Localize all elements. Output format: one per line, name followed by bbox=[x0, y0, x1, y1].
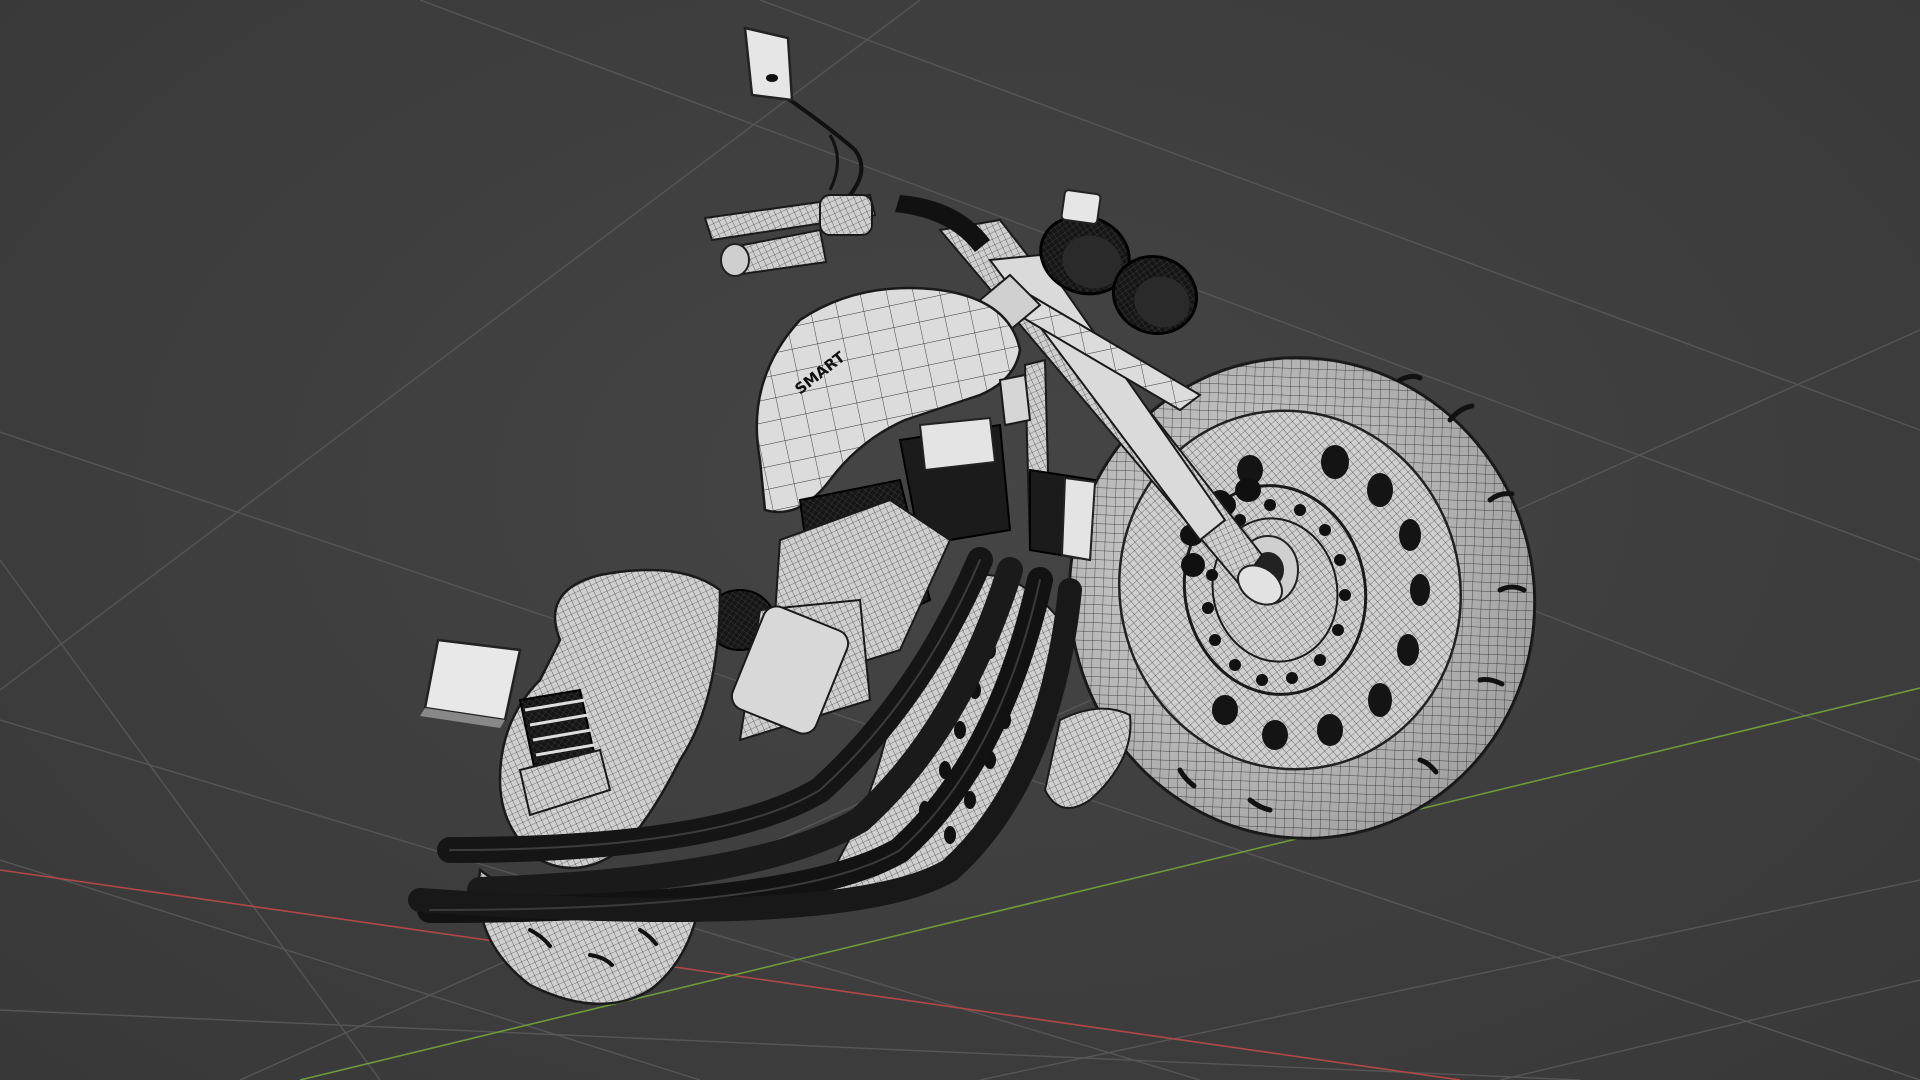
floor-grid bbox=[0, 0, 1920, 1080]
3d-viewport[interactable]: SMART bbox=[0, 0, 1920, 1080]
viewport-canvas[interactable]: SMART bbox=[0, 0, 1920, 1080]
mirror[interactable] bbox=[743, 26, 794, 102]
handlebar[interactable] bbox=[703, 77, 990, 277]
rear-plate[interactable] bbox=[420, 638, 522, 728]
motorcycle-model[interactable]: SMART bbox=[408, 26, 1591, 1005]
primary-cover[interactable] bbox=[1043, 707, 1132, 809]
